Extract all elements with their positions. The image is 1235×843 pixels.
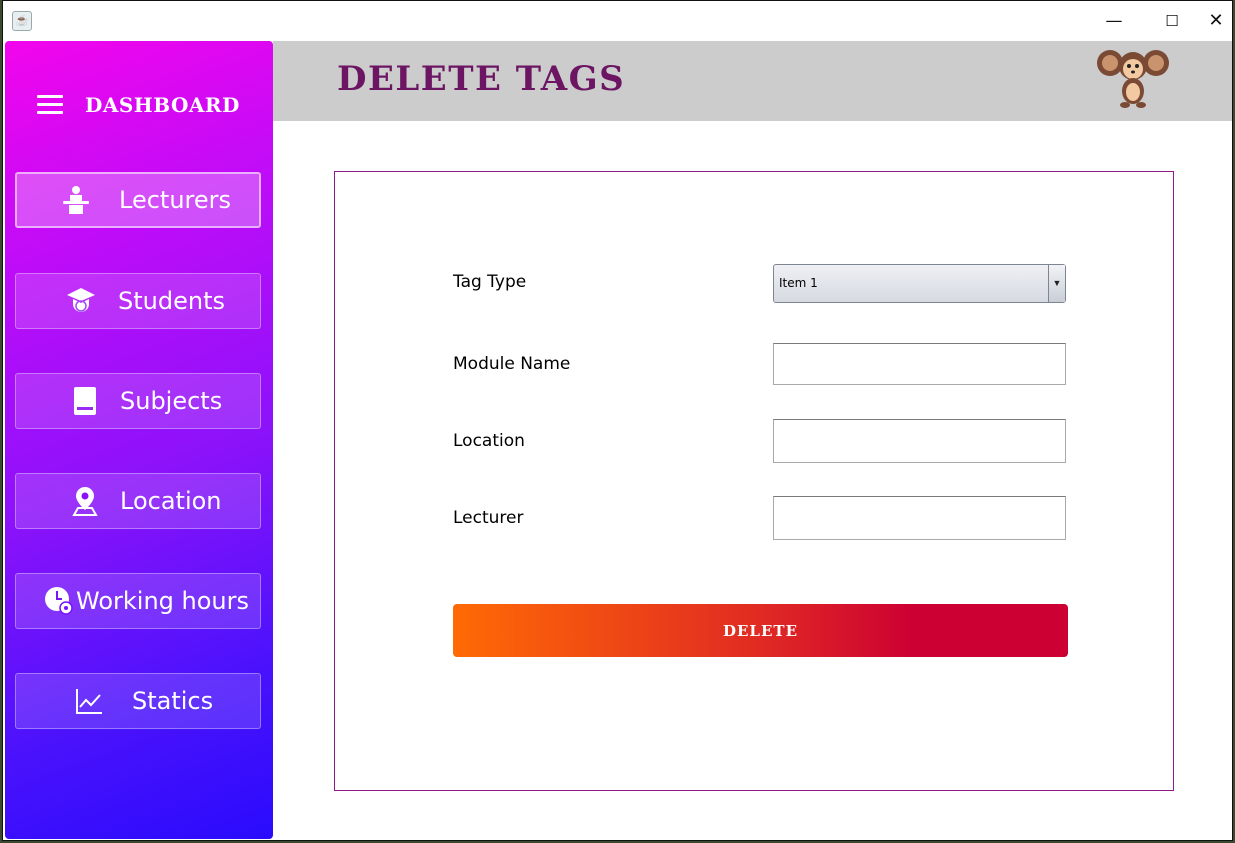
- book-icon: [70, 386, 100, 416]
- sidebar-item-statics[interactable]: Statics: [15, 673, 261, 729]
- title-bar: ☕ — ☐ ✕: [3, 1, 1232, 41]
- sidebar-item-label: Subjects: [120, 387, 223, 415]
- minimize-button[interactable]: —: [1085, 1, 1143, 41]
- sidebar-item-lecturers[interactable]: Lecturers: [15, 172, 261, 228]
- map-pin-icon: [70, 486, 100, 516]
- sidebar-item-label: Location: [120, 487, 222, 515]
- tag-type-label: Tag Type: [453, 272, 527, 292]
- delete-button[interactable]: DELETE: [453, 604, 1068, 657]
- app-window: ☕ — ☐ ✕ DASHBOARD Lecturers Students Sub…: [2, 0, 1233, 841]
- lecturer-input[interactable]: [773, 496, 1066, 540]
- sidebar-item-students[interactable]: Students: [15, 273, 261, 329]
- dashboard-title: DASHBOARD: [85, 93, 240, 117]
- module-name-label: Module Name: [453, 354, 571, 374]
- sidebar-item-location[interactable]: Location: [15, 473, 261, 529]
- tag-type-selected-value: Item 1: [779, 276, 818, 290]
- cheburashka-mascot-icon: [1097, 46, 1169, 108]
- java-icon: ☕: [12, 11, 32, 31]
- module-name-input[interactable]: [773, 343, 1066, 385]
- chevron-down-icon[interactable]: ▼: [1048, 265, 1065, 302]
- graduate-icon: [66, 286, 96, 316]
- sidebar: DASHBOARD Lecturers Students Subjects Lo…: [5, 41, 273, 839]
- delete-button-label: DELETE: [722, 621, 799, 640]
- sidebar-item-label: Statics: [132, 687, 214, 715]
- close-button[interactable]: ✕: [1201, 1, 1231, 41]
- lecturer-podium-icon: [61, 185, 91, 215]
- hamburger-menu-icon[interactable]: [37, 95, 63, 115]
- tag-type-select[interactable]: Item 1 ▼: [773, 264, 1066, 303]
- sidebar-item-subjects[interactable]: Subjects: [15, 373, 261, 429]
- location-label: Location: [453, 431, 525, 451]
- clock-gear-icon: [44, 586, 74, 616]
- lecturer-label: Lecturer: [453, 508, 524, 528]
- page-title: DELETE TAGS: [337, 59, 626, 99]
- line-chart-icon: [74, 686, 104, 716]
- sidebar-item-label: Lecturers: [119, 186, 232, 214]
- sidebar-item-label: Students: [118, 287, 225, 315]
- page-header: DELETE TAGS: [273, 41, 1232, 121]
- sidebar-item-working-hours[interactable]: Working hours: [15, 573, 261, 629]
- maximize-button[interactable]: ☐: [1143, 1, 1201, 41]
- sidebar-item-label: Working hours: [76, 587, 249, 615]
- delete-tags-form: Tag Type Item 1 ▼ Module Name Location L…: [334, 171, 1174, 791]
- location-input[interactable]: [773, 419, 1066, 463]
